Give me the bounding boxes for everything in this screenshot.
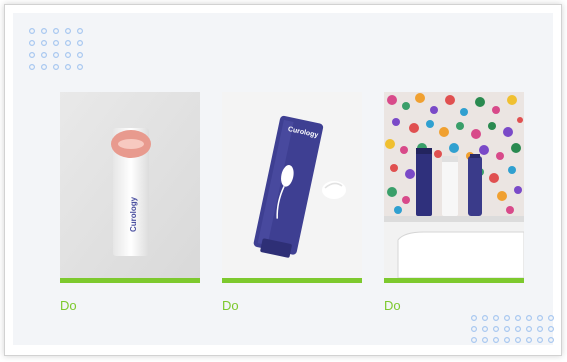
card-3-label: Do bbox=[384, 298, 401, 313]
accent-bar bbox=[384, 278, 524, 283]
brand-text: Curology bbox=[129, 196, 138, 232]
card-2-label: Do bbox=[222, 298, 239, 313]
card-2[interactable]: Curology bbox=[222, 92, 362, 284]
card-3[interactable] bbox=[384, 92, 524, 284]
accent-bar bbox=[222, 278, 362, 283]
product-photo-confetti-set bbox=[384, 92, 524, 278]
product-photo-lipstick-tube: Curology bbox=[60, 92, 200, 278]
card-1[interactable]: Curology bbox=[60, 92, 200, 284]
dot-grid-icon bbox=[470, 314, 554, 346]
card-1-label: Do bbox=[60, 298, 77, 313]
accent-bar bbox=[60, 278, 200, 283]
product-photo-purple-tube: Curology bbox=[222, 92, 362, 278]
dot-grid-icon bbox=[28, 26, 84, 76]
